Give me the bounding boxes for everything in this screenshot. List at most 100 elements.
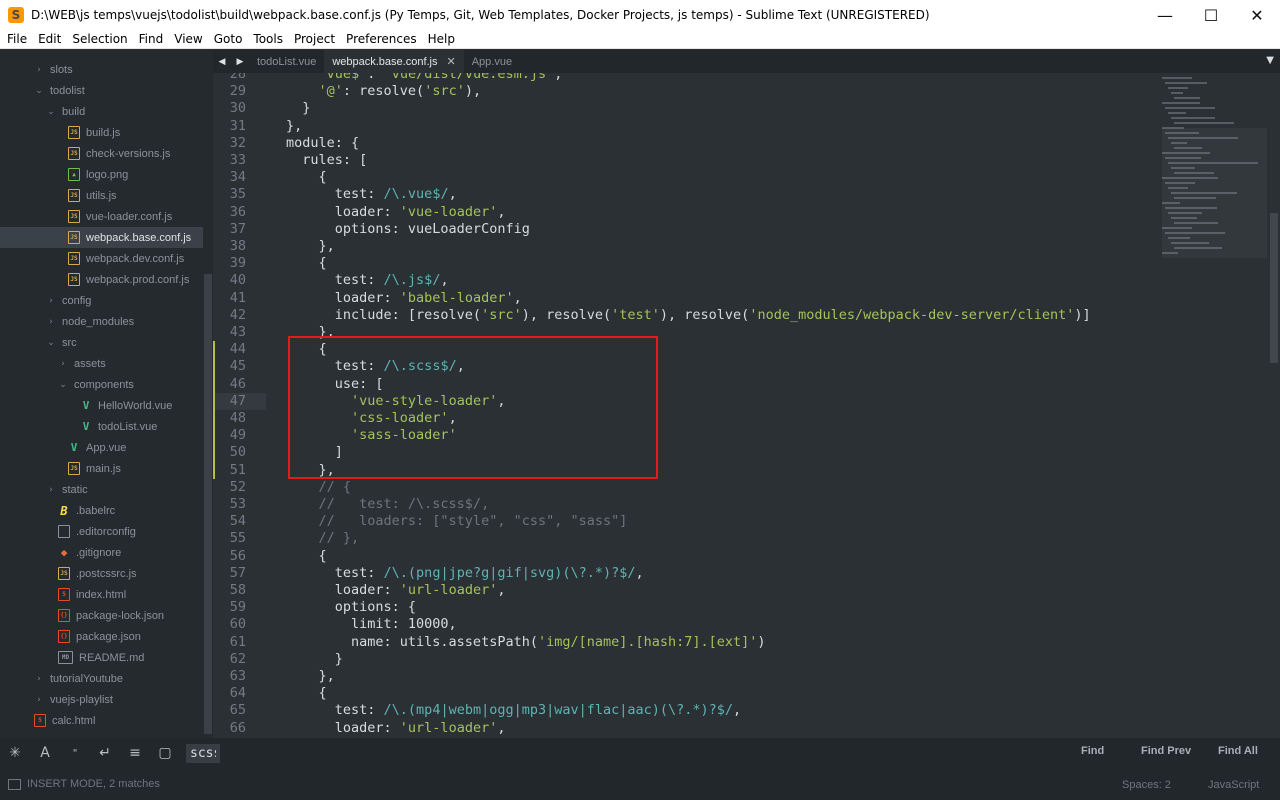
code-line[interactable]: 37 options: vueLoaderConfig [213, 221, 1267, 238]
code-line[interactable]: 53 // test: /\.scss$/, [213, 496, 1267, 513]
tab-next-icon[interactable]: ▶ [237, 57, 244, 67]
code-line[interactable]: 29 '@': resolve('src'), [213, 83, 1267, 100]
code-line[interactable]: 40 test: /\.js$/, [213, 272, 1267, 289]
sidebar-item[interactable]: V App.vue [0, 437, 203, 458]
sidebar-item[interactable]: › static [0, 479, 203, 500]
menu-file[interactable]: File [7, 32, 27, 46]
sidebar-scrollbar-thumb[interactable] [204, 274, 212, 734]
indentation-status[interactable]: Spaces: 2 [1122, 779, 1171, 791]
code-line[interactable]: 58 loader: 'url-loader', [213, 582, 1267, 599]
chevron-down-icon[interactable]: ⌄ [46, 338, 56, 348]
code-line[interactable]: 60 limit: 10000, [213, 616, 1267, 633]
code-line[interactable]: 38 }, [213, 238, 1267, 255]
code-line[interactable]: 56 { [213, 548, 1267, 565]
sidebar-item[interactable]: {} package-lock.json [0, 605, 203, 626]
tab-prev-icon[interactable]: ◀ [219, 57, 226, 67]
chevron-right-icon[interactable]: › [46, 485, 56, 495]
code-line[interactable]: 41 loader: 'babel-loader', [213, 290, 1267, 307]
menu-help[interactable]: Help [428, 32, 455, 46]
sidebar-item[interactable]: JS build.js [0, 122, 203, 143]
code-line[interactable]: 62 } [213, 651, 1267, 668]
editor-scrollbar[interactable] [1267, 73, 1280, 738]
menu-edit[interactable]: Edit [38, 32, 61, 46]
sidebar-item[interactable]: › config [0, 290, 203, 311]
menu-selection[interactable]: Selection [72, 32, 127, 46]
sidebar-item[interactable]: › slots [0, 59, 203, 80]
sidebar-item[interactable]: MD README.md [0, 647, 203, 668]
tab-app-vue[interactable]: App.vue [464, 50, 520, 73]
sidebar-item[interactable]: JS .postcssrc.js [0, 563, 203, 584]
sidebar-item[interactable]: JS webpack.dev.conf.js [0, 248, 203, 269]
code-line[interactable]: 33 rules: [ [213, 152, 1267, 169]
code-line[interactable]: 52 // { [213, 479, 1267, 496]
sidebar-item[interactable]: › assets [0, 353, 203, 374]
sidebar-item[interactable]: JS webpack.prod.conf.js [0, 269, 203, 290]
tab-webpack-base-conf[interactable]: webpack.base.conf.js ✕ [324, 50, 464, 73]
sidebar-item[interactable]: › tutorialYoutube [0, 668, 203, 689]
chevron-right-icon[interactable]: › [34, 695, 44, 705]
chevron-right-icon[interactable]: › [46, 296, 56, 306]
sidebar-item[interactable]: ⌄ build [0, 101, 203, 122]
menu-project[interactable]: Project [294, 32, 335, 46]
case-icon[interactable]: A [30, 745, 60, 761]
code-line[interactable]: 30 } [213, 100, 1267, 117]
menu-view[interactable]: View [174, 32, 202, 46]
code-line[interactable]: 61 name: utils.assetsPath('img/[name].[h… [213, 634, 1267, 651]
sidebar-item[interactable]: .editorconfig [0, 521, 203, 542]
tab-dropdown-icon[interactable]: ▼ [1266, 55, 1274, 66]
code-line[interactable]: 55 // }, [213, 530, 1267, 547]
find-prev-button[interactable]: Find Prev [1141, 745, 1191, 757]
find-button[interactable]: Find [1081, 745, 1104, 757]
syntax-status[interactable]: JavaScript [1208, 779, 1259, 791]
code-line[interactable]: 36 loader: 'vue-loader', [213, 204, 1267, 221]
sidebar-item[interactable]: JS vue-loader.conf.js [0, 206, 203, 227]
sidebar-item[interactable]: ◆ .gitignore [0, 542, 203, 563]
chevron-down-icon[interactable]: ⌄ [46, 107, 56, 117]
chevron-right-icon[interactable]: › [34, 65, 44, 75]
in-selection-icon[interactable]: ≡ [120, 745, 150, 761]
sidebar-item[interactable]: JS main.js [0, 458, 203, 479]
sidebar-item[interactable]: V HelloWorld.vue [0, 395, 203, 416]
whole-word-icon[interactable]: " [60, 748, 90, 759]
find-all-button[interactable]: Find All [1218, 745, 1258, 757]
sidebar-item[interactable]: 5 calc.html [0, 710, 203, 731]
sidebar-item[interactable]: B .babelrc [0, 500, 203, 521]
chevron-right-icon[interactable]: › [34, 674, 44, 684]
sidebar-item[interactable]: {} package.json [0, 626, 203, 647]
code-line[interactable]: 63 }, [213, 668, 1267, 685]
tab-todolist-vue[interactable]: todoList.vue [249, 50, 324, 73]
code-line[interactable]: 34 { [213, 169, 1267, 186]
code-editor[interactable]: 28 'vue$': 'vue/dist/vue.esm.js', 29 '@':… [213, 73, 1267, 738]
code-line[interactable]: 64 { [213, 685, 1267, 702]
sidebar-item[interactable]: JS utils.js [0, 185, 203, 206]
chevron-down-icon[interactable]: ⌄ [34, 86, 44, 96]
sidebar-item[interactable]: JS webpack.base.conf.js [0, 227, 203, 248]
menu-preferences[interactable]: Preferences [346, 32, 417, 46]
sidebar-item[interactable]: ⌄ components [0, 374, 203, 395]
minimap[interactable] [1162, 73, 1267, 263]
code-line[interactable]: 59 options: { [213, 599, 1267, 616]
wrap-icon[interactable]: ↵ [90, 745, 120, 761]
code-line[interactable]: 31}, [213, 118, 1267, 135]
menu-goto[interactable]: Goto [214, 32, 243, 46]
code-line[interactable]: 54 // loaders: ["style", "css", "sass"] [213, 513, 1267, 530]
chevron-right-icon[interactable]: › [46, 317, 56, 327]
sidebar-item[interactable]: › node_modules [0, 311, 203, 332]
code-line[interactable]: 57 test: /\.(png|jpe?g|gif|svg)(\?.*)?$/… [213, 565, 1267, 582]
sidebar-item[interactable]: JS check-versions.js [0, 143, 203, 164]
maximize-button[interactable]: ☐ [1188, 0, 1234, 30]
code-line[interactable]: 28 'vue$': 'vue/dist/vue.esm.js', [213, 73, 1267, 83]
sidebar-item[interactable]: › vuejs-playlist [0, 689, 203, 710]
panel-toggle-icon[interactable] [8, 778, 21, 790]
code-line[interactable]: 65 test: /\.(mp4|webm|ogg|mp3|wav|flac|a… [213, 702, 1267, 719]
chevron-down-icon[interactable]: ⌄ [58, 380, 68, 390]
sidebar-item[interactable]: ⌄ todolist [0, 80, 203, 101]
highlight-icon[interactable]: ▢ [150, 745, 180, 761]
menu-find[interactable]: Find [139, 32, 164, 46]
code-line[interactable]: 32 module: { [213, 135, 1267, 152]
tab-close-icon[interactable]: ✕ [447, 55, 456, 68]
code-line[interactable]: 39 { [213, 255, 1267, 272]
sidebar-item[interactable]: 5 index.html [0, 584, 203, 605]
sidebar-scrollbar[interactable] [203, 50, 213, 738]
sidebar-item[interactable]: ▲ logo.png [0, 164, 203, 185]
